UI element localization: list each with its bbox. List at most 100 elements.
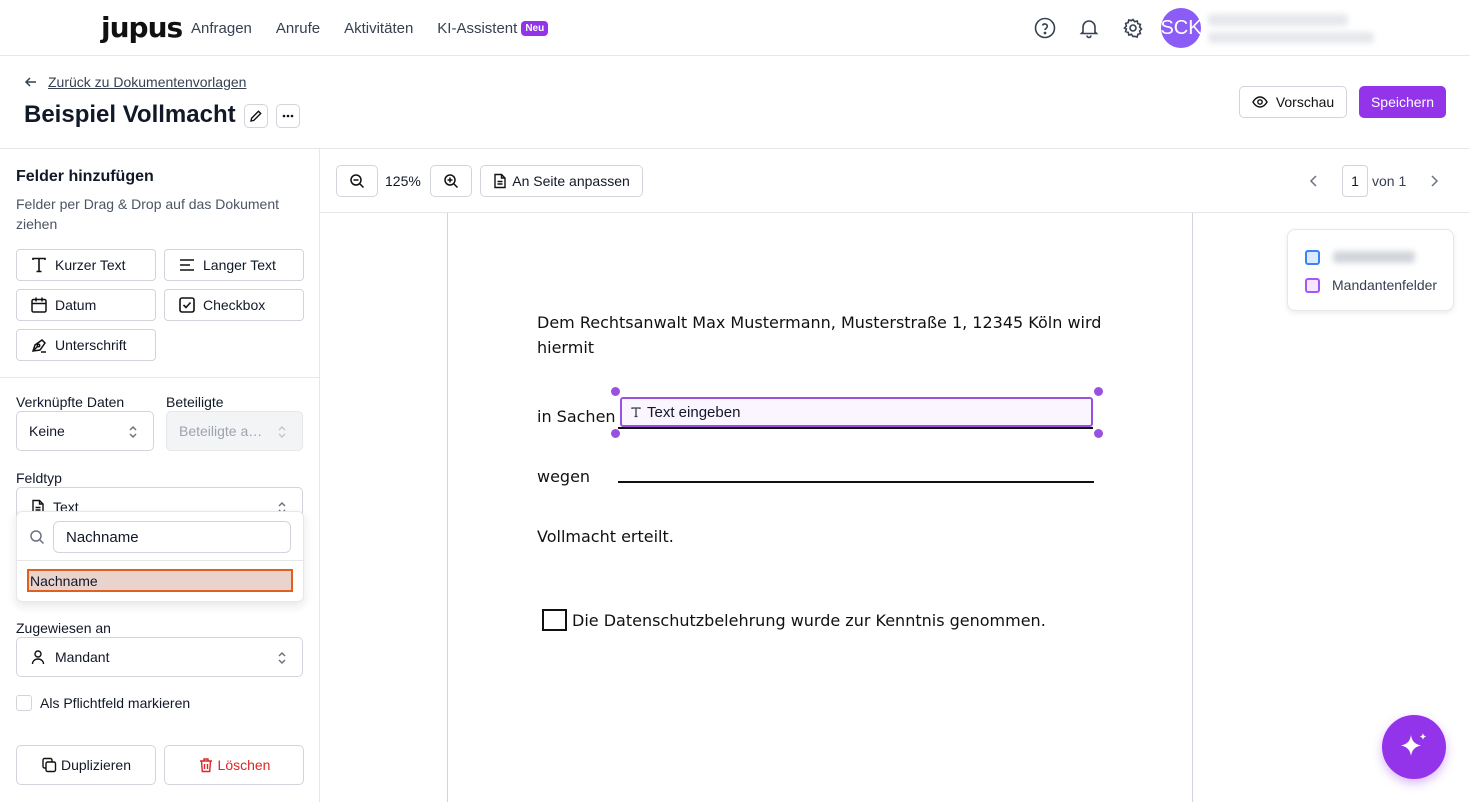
assigned-select[interactable]: Mandant [16,637,303,677]
nav-link-aktivitaeten[interactable]: Aktivitäten [344,20,413,37]
calendar-icon [31,297,47,313]
ellipsis-icon [282,114,294,118]
nav-link-anrufe[interactable]: Anrufe [276,20,320,37]
add-date-button[interactable]: Datum [16,289,156,321]
panel-subtitle: Felder per Drag & Drop auf das Dokument … [16,196,280,232]
resize-handle-top-left[interactable] [611,387,620,396]
zoom-in-icon [444,174,459,189]
new-badge: Neu [521,20,549,36]
text-icon [631,407,641,418]
nav-link-anfragen[interactable]: Anfragen [191,20,252,37]
delete-button[interactable]: Löschen [164,745,304,785]
page-number-input[interactable]: 1 [1342,165,1368,197]
doc-vollmacht: Vollmacht erteilt. [537,527,674,546]
add-signature-button[interactable]: Unterschrift [16,329,156,361]
top-nav: jupus Anfragen Anrufe Aktivitäten KI-Ass… [0,0,1470,56]
text-field-placeholder[interactable]: Text eingeben [620,397,1093,427]
more-options-button[interactable] [276,104,300,128]
doc-in-sachen: in Sachen [537,407,616,426]
field-search-dropdown: Nachname Nachname [16,511,304,602]
delete-label: Löschen [217,757,271,773]
legend-swatch-blue [1305,250,1320,265]
page-title: Beispiel Vollmacht [24,101,236,128]
user-icon [31,650,45,665]
page-icon [494,173,506,189]
help-icon[interactable] [1033,16,1057,40]
text-icon [32,257,46,273]
linked-data-label: Verknüpfte Daten [16,394,125,410]
align-left-icon [180,259,194,271]
chevron-left-icon[interactable] [1306,173,1322,189]
fit-page-button[interactable]: An Seite anpassen [480,165,643,197]
chevron-right-icon[interactable] [1426,173,1442,189]
nav-links: Anfragen Anrufe Aktivitäten KI-Assistent… [191,0,549,56]
document-page: Dem Rechtsanwalt Max Mustermann, Musters… [447,213,1193,802]
linked-data-value: Keine [29,423,65,439]
panel-divider [0,377,320,378]
bell-icon[interactable] [1077,16,1101,40]
duplicate-button[interactable]: Duplizieren [16,745,156,785]
doc-line-1: Dem Rechtsanwalt Max Mustermann, Musters… [537,313,1102,332]
gear-icon[interactable] [1121,16,1145,40]
document-canvas: Dem Rechtsanwalt Max Mustermann, Musters… [320,213,1470,802]
dropdown-divider [17,560,303,561]
save-button[interactable]: Speichern [1359,86,1446,118]
underline-in-sachen [618,427,1093,429]
copy-icon [42,757,57,773]
field-placeholder-text: Text eingeben [647,403,741,421]
arrow-left-icon [24,77,36,87]
linked-data-select[interactable]: Keine [16,411,154,451]
edit-title-button[interactable] [244,104,268,128]
preview-button[interactable]: Vorschau [1239,86,1347,118]
doc-checkbox [542,609,567,631]
participants-select: Beteiligte a… [166,411,303,451]
legend-label-mandantenfelder: Mandantenfelder [1332,277,1438,293]
back-link-label: Zurück zu Dokumentenvorlagen [48,74,247,90]
chevron-up-down-icon [129,425,137,439]
resize-handle-bottom-right[interactable] [1094,429,1103,438]
field-search-input[interactable]: Nachname [53,521,291,553]
dropdown-option-nachname[interactable]: Nachname [27,569,293,592]
duplicate-label: Duplizieren [60,757,132,773]
panel-title: Felder hinzufügen [16,168,154,185]
participants-label: Beteiligte [166,394,224,410]
doc-wegen: wegen [537,467,591,486]
signature-label: Unterschrift [55,337,127,353]
add-checkbox-button[interactable]: Checkbox [164,289,304,321]
required-checkbox[interactable] [16,695,32,711]
user-email-blurred [1208,32,1374,43]
assigned-value: Mandant [55,649,110,665]
required-label[interactable]: Als Pflichtfeld markieren [40,695,190,711]
legend-label-blurred [1333,251,1415,263]
zoom-out-button[interactable] [336,165,378,197]
field-legend: Mandantenfelder [1287,229,1454,311]
add-short-text-button[interactable]: Kurzer Text [16,249,156,281]
checkbox-label: Checkbox [203,297,266,313]
logo[interactable]: jupus [101,12,183,44]
fields-panel: Felder hinzufügen Felder per Drag & Drop… [0,149,320,802]
field-type-label: Feldtyp [16,470,62,486]
assigned-label: Zugewiesen an [16,620,111,636]
back-link[interactable]: Zurück zu Dokumentenvorlagen [24,74,246,90]
checkbox-icon [179,297,195,313]
legend-swatch-purple [1305,278,1320,293]
zoom-in-button[interactable] [430,165,472,197]
zoom-out-icon [350,174,365,189]
pencil-icon [250,110,262,122]
avatar[interactable]: SCK [1160,8,1202,48]
underline-wegen [618,481,1094,483]
zoom-level: 125% [385,173,421,189]
nav-link-ki-assistent[interactable]: KI-Assistent Neu [437,19,549,37]
doc-line-2: hiermit [537,338,595,357]
doc-checkbox-text: Die Datenschutzbelehrung wurde zur Kennt… [572,611,1046,630]
eye-icon [1252,96,1268,108]
chevron-up-down-icon [278,425,286,439]
chevron-up-down-icon [278,651,286,665]
nav-link-ki-label: KI-Assistent [437,19,518,37]
ai-assistant-button[interactable] [1382,715,1446,779]
add-long-text-button[interactable]: Langer Text [164,249,304,281]
preview-label: Vorschau [1275,94,1335,110]
resize-handle-bottom-left[interactable] [611,429,620,438]
resize-handle-top-right[interactable] [1094,387,1103,396]
signature-pen-icon [31,339,46,353]
